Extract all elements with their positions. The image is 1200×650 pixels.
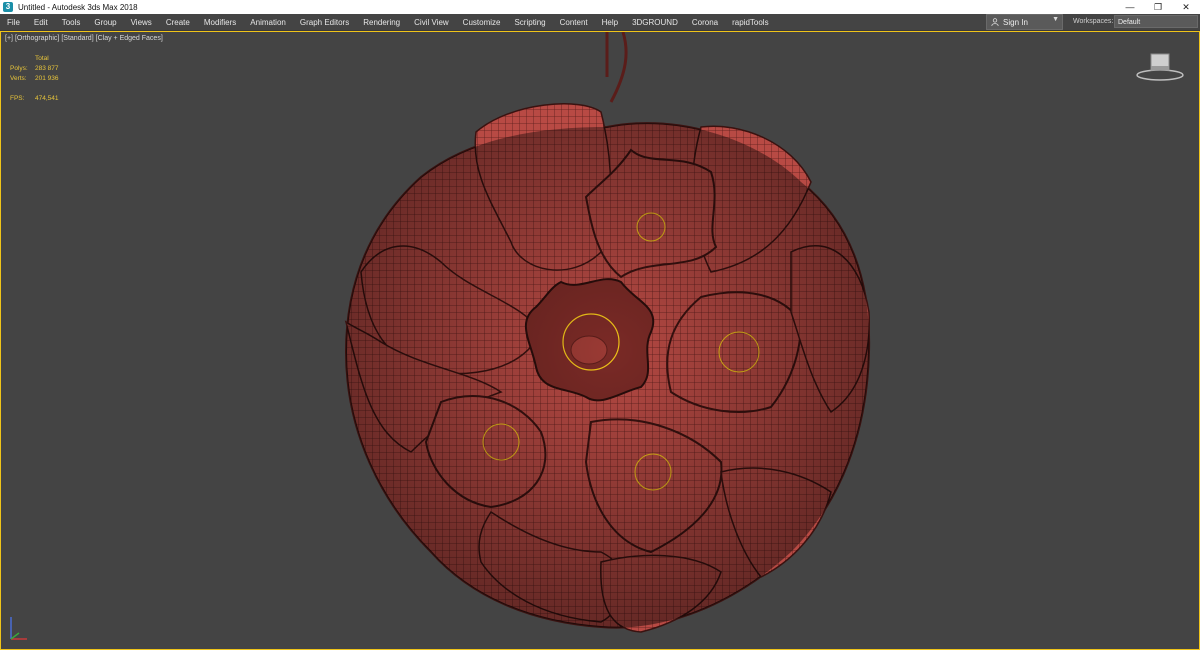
menu-create[interactable]: Create bbox=[159, 18, 197, 27]
menu-help[interactable]: Help bbox=[595, 18, 625, 27]
menu-content[interactable]: Content bbox=[553, 18, 595, 27]
viewcube-icon[interactable] bbox=[1135, 52, 1185, 82]
verts-label: Verts: bbox=[10, 75, 27, 82]
menu-civil-view[interactable]: Civil View bbox=[407, 18, 456, 27]
menu-scripting[interactable]: Scripting bbox=[507, 18, 552, 27]
polys-label: Polys: bbox=[10, 65, 28, 72]
polys-value: 283 877 bbox=[35, 65, 59, 72]
scene-render bbox=[344, 32, 871, 633]
menu-file[interactable]: File bbox=[0, 18, 27, 27]
viewport-shading-standard[interactable]: [Standard] bbox=[61, 35, 93, 42]
verts-value: 201 936 bbox=[35, 75, 59, 82]
chevron-down-icon: ▼ bbox=[1052, 16, 1059, 23]
menu-views[interactable]: Views bbox=[124, 18, 159, 27]
workspaces-label: Workspaces: bbox=[1073, 18, 1114, 25]
fps-value: 474,541 bbox=[35, 95, 59, 102]
menu-customize[interactable]: Customize bbox=[456, 18, 508, 27]
title-bar: 3 Untitled - Autodesk 3ds Max 2018 — ❐ ✕ bbox=[0, 0, 1200, 14]
menu-modifiers[interactable]: Modifiers bbox=[197, 18, 243, 27]
menu-rapidtools[interactable]: rapidTools bbox=[725, 18, 775, 27]
sign-in-button[interactable]: Sign In ▼ bbox=[986, 14, 1063, 30]
viewport-label: [+] [Orthographic] [Standard] [Clay + Ed… bbox=[5, 35, 163, 42]
menu-rendering[interactable]: Rendering bbox=[356, 18, 407, 27]
window-controls: — ❐ ✕ bbox=[1116, 0, 1200, 14]
menu-3dground[interactable]: 3DGROUND bbox=[625, 18, 685, 27]
app-icon: 3 bbox=[3, 2, 13, 12]
workspaces-select[interactable]: Default bbox=[1114, 15, 1198, 28]
maximize-button[interactable]: ❐ bbox=[1144, 0, 1172, 14]
viewport-point-of-view[interactable]: [Orthographic] bbox=[15, 35, 59, 42]
fps-label: FPS: bbox=[10, 95, 25, 102]
menu-corona[interactable]: Corona bbox=[685, 18, 725, 27]
menu-animation[interactable]: Animation bbox=[243, 18, 293, 27]
close-button[interactable]: ✕ bbox=[1172, 0, 1200, 14]
statistics-overlay: Total Polys: 283 877 Verts: 201 936 FPS: 47… bbox=[10, 54, 59, 104]
menu-edit[interactable]: Edit bbox=[27, 18, 55, 27]
viewport-display-mode[interactable]: [Clay + Edged Faces] bbox=[96, 35, 163, 42]
viewport-orthographic[interactable]: [+] [Orthographic] [Standard] [Clay + Ed… bbox=[0, 31, 1200, 650]
viewport-menu-plus[interactable]: [+] bbox=[5, 35, 13, 42]
user-icon bbox=[991, 18, 999, 26]
sign-in-label: Sign In bbox=[1003, 17, 1028, 27]
lamp-mesh bbox=[344, 103, 871, 633]
window-title: Untitled - Autodesk 3ds Max 2018 bbox=[18, 2, 138, 12]
stats-header: Total bbox=[35, 55, 49, 62]
menu-group[interactable]: Group bbox=[87, 18, 123, 27]
menu-tools[interactable]: Tools bbox=[55, 18, 88, 27]
minimize-button[interactable]: — bbox=[1116, 0, 1144, 14]
axis-tripod-icon bbox=[10, 617, 27, 640]
hanging-cable bbox=[605, 32, 628, 103]
menu-graph-editors[interactable]: Graph Editors bbox=[293, 18, 356, 27]
